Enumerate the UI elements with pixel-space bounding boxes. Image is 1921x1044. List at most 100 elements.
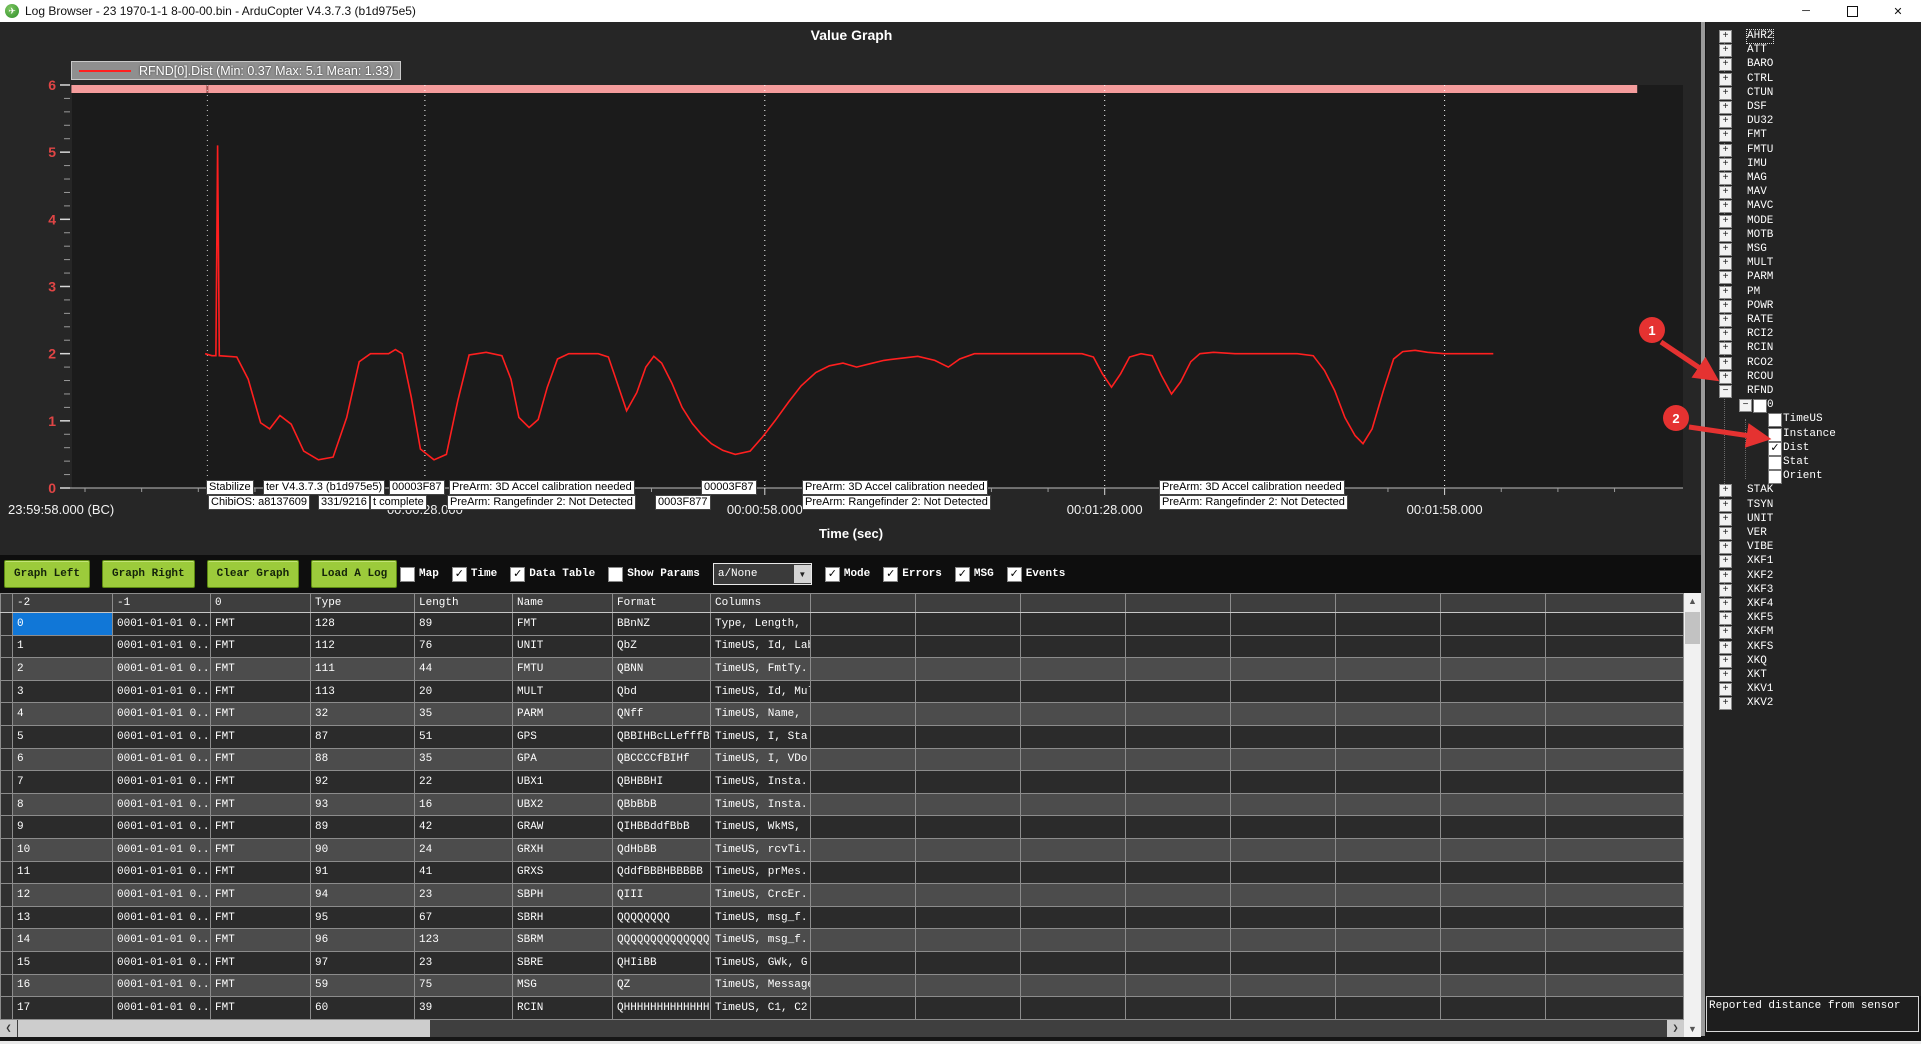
expand-icon[interactable]: + <box>1719 73 1732 86</box>
tree-label-xkf2[interactable]: XKF2 <box>1747 570 1773 583</box>
cell-empty[interactable] <box>811 771 916 794</box>
cell[interactable]: QBHBBHI <box>613 771 711 794</box>
cell-empty[interactable] <box>811 997 916 1020</box>
tree-label-mag[interactable]: MAG <box>1747 172 1767 185</box>
cell[interactable]: TimeUS, Id, Mult <box>711 680 811 703</box>
cell[interactable]: Type, Length, ... <box>711 613 811 636</box>
cell[interactable]: 2 <box>13 658 113 681</box>
cell[interactable]: 23 <box>415 951 513 974</box>
cell-empty[interactable] <box>916 635 1021 658</box>
cell-empty[interactable] <box>1126 613 1231 636</box>
cell-empty[interactable] <box>1441 884 1546 907</box>
cell[interactable]: TimeUS, CrcEr... <box>711 884 811 907</box>
expand-icon[interactable]: + <box>1719 87 1732 100</box>
column-header-columns[interactable]: Columns <box>711 594 811 613</box>
expand-icon[interactable]: + <box>1719 144 1732 157</box>
tree-label-xkfs[interactable]: XKFS <box>1747 641 1773 654</box>
row-header[interactable] <box>1 725 13 748</box>
cell-empty[interactable] <box>1126 748 1231 771</box>
cell[interactable]: GPS <box>513 725 613 748</box>
tree-checkbox-orient[interactable] <box>1768 470 1782 484</box>
cell[interactable]: 0001-01-01 0... <box>113 680 211 703</box>
cell[interactable]: FMT <box>211 793 311 816</box>
checkbox-map[interactable]: Map <box>400 567 439 582</box>
tree-label-xkt[interactable]: XKT <box>1747 669 1767 682</box>
expand-icon[interactable]: + <box>1719 598 1732 611</box>
cell-empty[interactable] <box>1231 703 1336 726</box>
expand-icon[interactable]: + <box>1719 215 1732 228</box>
cell-empty[interactable] <box>1021 997 1126 1020</box>
cell[interactable]: TimeUS, I, VDo... <box>711 748 811 771</box>
cell[interactable]: TimeUS, Insta... <box>711 771 811 794</box>
cell[interactable]: MULT <box>513 680 613 703</box>
tree-label-timeus[interactable]: TimeUS <box>1783 413 1823 426</box>
cell-empty[interactable] <box>1126 703 1231 726</box>
cell-empty[interactable] <box>1546 884 1684 907</box>
cell-empty[interactable] <box>1546 635 1684 658</box>
cell[interactable]: QBNN <box>613 658 711 681</box>
cell-empty[interactable] <box>1126 906 1231 929</box>
cell-empty[interactable] <box>1441 725 1546 748</box>
tree-label-rco2[interactable]: RCO2 <box>1747 357 1773 370</box>
cell-empty[interactable] <box>811 703 916 726</box>
cell[interactable]: 1 <box>13 635 113 658</box>
scroll-up-arrow-icon[interactable]: ▲ <box>1684 593 1701 609</box>
cell-empty[interactable] <box>1126 793 1231 816</box>
cell[interactable]: 41 <box>415 861 513 884</box>
cell[interactable]: GRXS <box>513 861 613 884</box>
cell-empty[interactable] <box>1441 951 1546 974</box>
checkbox-errors-box[interactable]: ✓ <box>883 567 898 582</box>
cell-empty[interactable] <box>1441 635 1546 658</box>
cell-empty[interactable] <box>811 929 916 952</box>
cell[interactable]: 0001-01-01 0... <box>113 884 211 907</box>
cell-empty[interactable] <box>1126 997 1231 1020</box>
row-header[interactable] <box>1 884 13 907</box>
cell[interactable]: 23 <box>415 884 513 907</box>
checkbox-time-box[interactable]: ✓ <box>452 567 467 582</box>
row-header[interactable] <box>1 906 13 929</box>
cell[interactable]: 32 <box>311 703 415 726</box>
cell[interactable]: FMT <box>211 816 311 839</box>
cell-empty[interactable] <box>916 658 1021 681</box>
cell-empty[interactable] <box>811 793 916 816</box>
cell[interactable]: 35 <box>415 703 513 726</box>
cell[interactable]: MSG <box>513 974 613 997</box>
cell-empty[interactable] <box>1231 680 1336 703</box>
cell[interactable]: QHIiBB <box>613 951 711 974</box>
cell[interactable]: 75 <box>415 974 513 997</box>
cell[interactable]: 7 <box>13 771 113 794</box>
cell-empty[interactable] <box>1441 793 1546 816</box>
row-header[interactable] <box>1 816 13 839</box>
cell[interactable]: 111 <box>311 658 415 681</box>
tree-label-msg[interactable]: MSG <box>1747 243 1767 256</box>
cell-empty[interactable] <box>1231 884 1336 907</box>
checkbox-events[interactable]: ✓Events <box>1007 567 1066 582</box>
cell[interactable]: 13 <box>13 906 113 929</box>
expand-icon[interactable]: + <box>1719 541 1732 554</box>
cell-empty[interactable] <box>1021 703 1126 726</box>
cell-empty[interactable] <box>811 974 916 997</box>
cell[interactable]: 39 <box>415 997 513 1020</box>
cell[interactable]: 0001-01-01 0... <box>113 974 211 997</box>
cell[interactable]: TimeUS, WkMS, ... <box>711 816 811 839</box>
cell[interactable]: FMT <box>211 861 311 884</box>
cell-empty[interactable] <box>1546 816 1684 839</box>
tree-label-mult[interactable]: MULT <box>1747 257 1773 270</box>
cell-empty[interactable] <box>1021 725 1126 748</box>
tree-label-rfnd[interactable]: RFND <box>1747 385 1773 398</box>
cell[interactable]: GRAW <box>513 816 613 839</box>
cell[interactable]: 16 <box>415 793 513 816</box>
cell-empty[interactable] <box>1546 793 1684 816</box>
tree-label-unit[interactable]: UNIT <box>1747 513 1773 526</box>
tree-label-mode[interactable]: MODE <box>1747 215 1773 228</box>
cell-empty[interactable] <box>1231 771 1336 794</box>
cell[interactable]: 10 <box>13 838 113 861</box>
cell[interactable]: 35 <box>415 748 513 771</box>
graph-right-button[interactable]: Graph Right <box>102 560 195 588</box>
cell-empty[interactable] <box>1126 951 1231 974</box>
cell-empty[interactable] <box>1231 974 1336 997</box>
tree-label-parm[interactable]: PARM <box>1747 271 1773 284</box>
cell-empty[interactable] <box>1336 793 1441 816</box>
clear-graph-button[interactable]: Clear Graph <box>207 560 300 588</box>
row-header[interactable] <box>1 793 13 816</box>
